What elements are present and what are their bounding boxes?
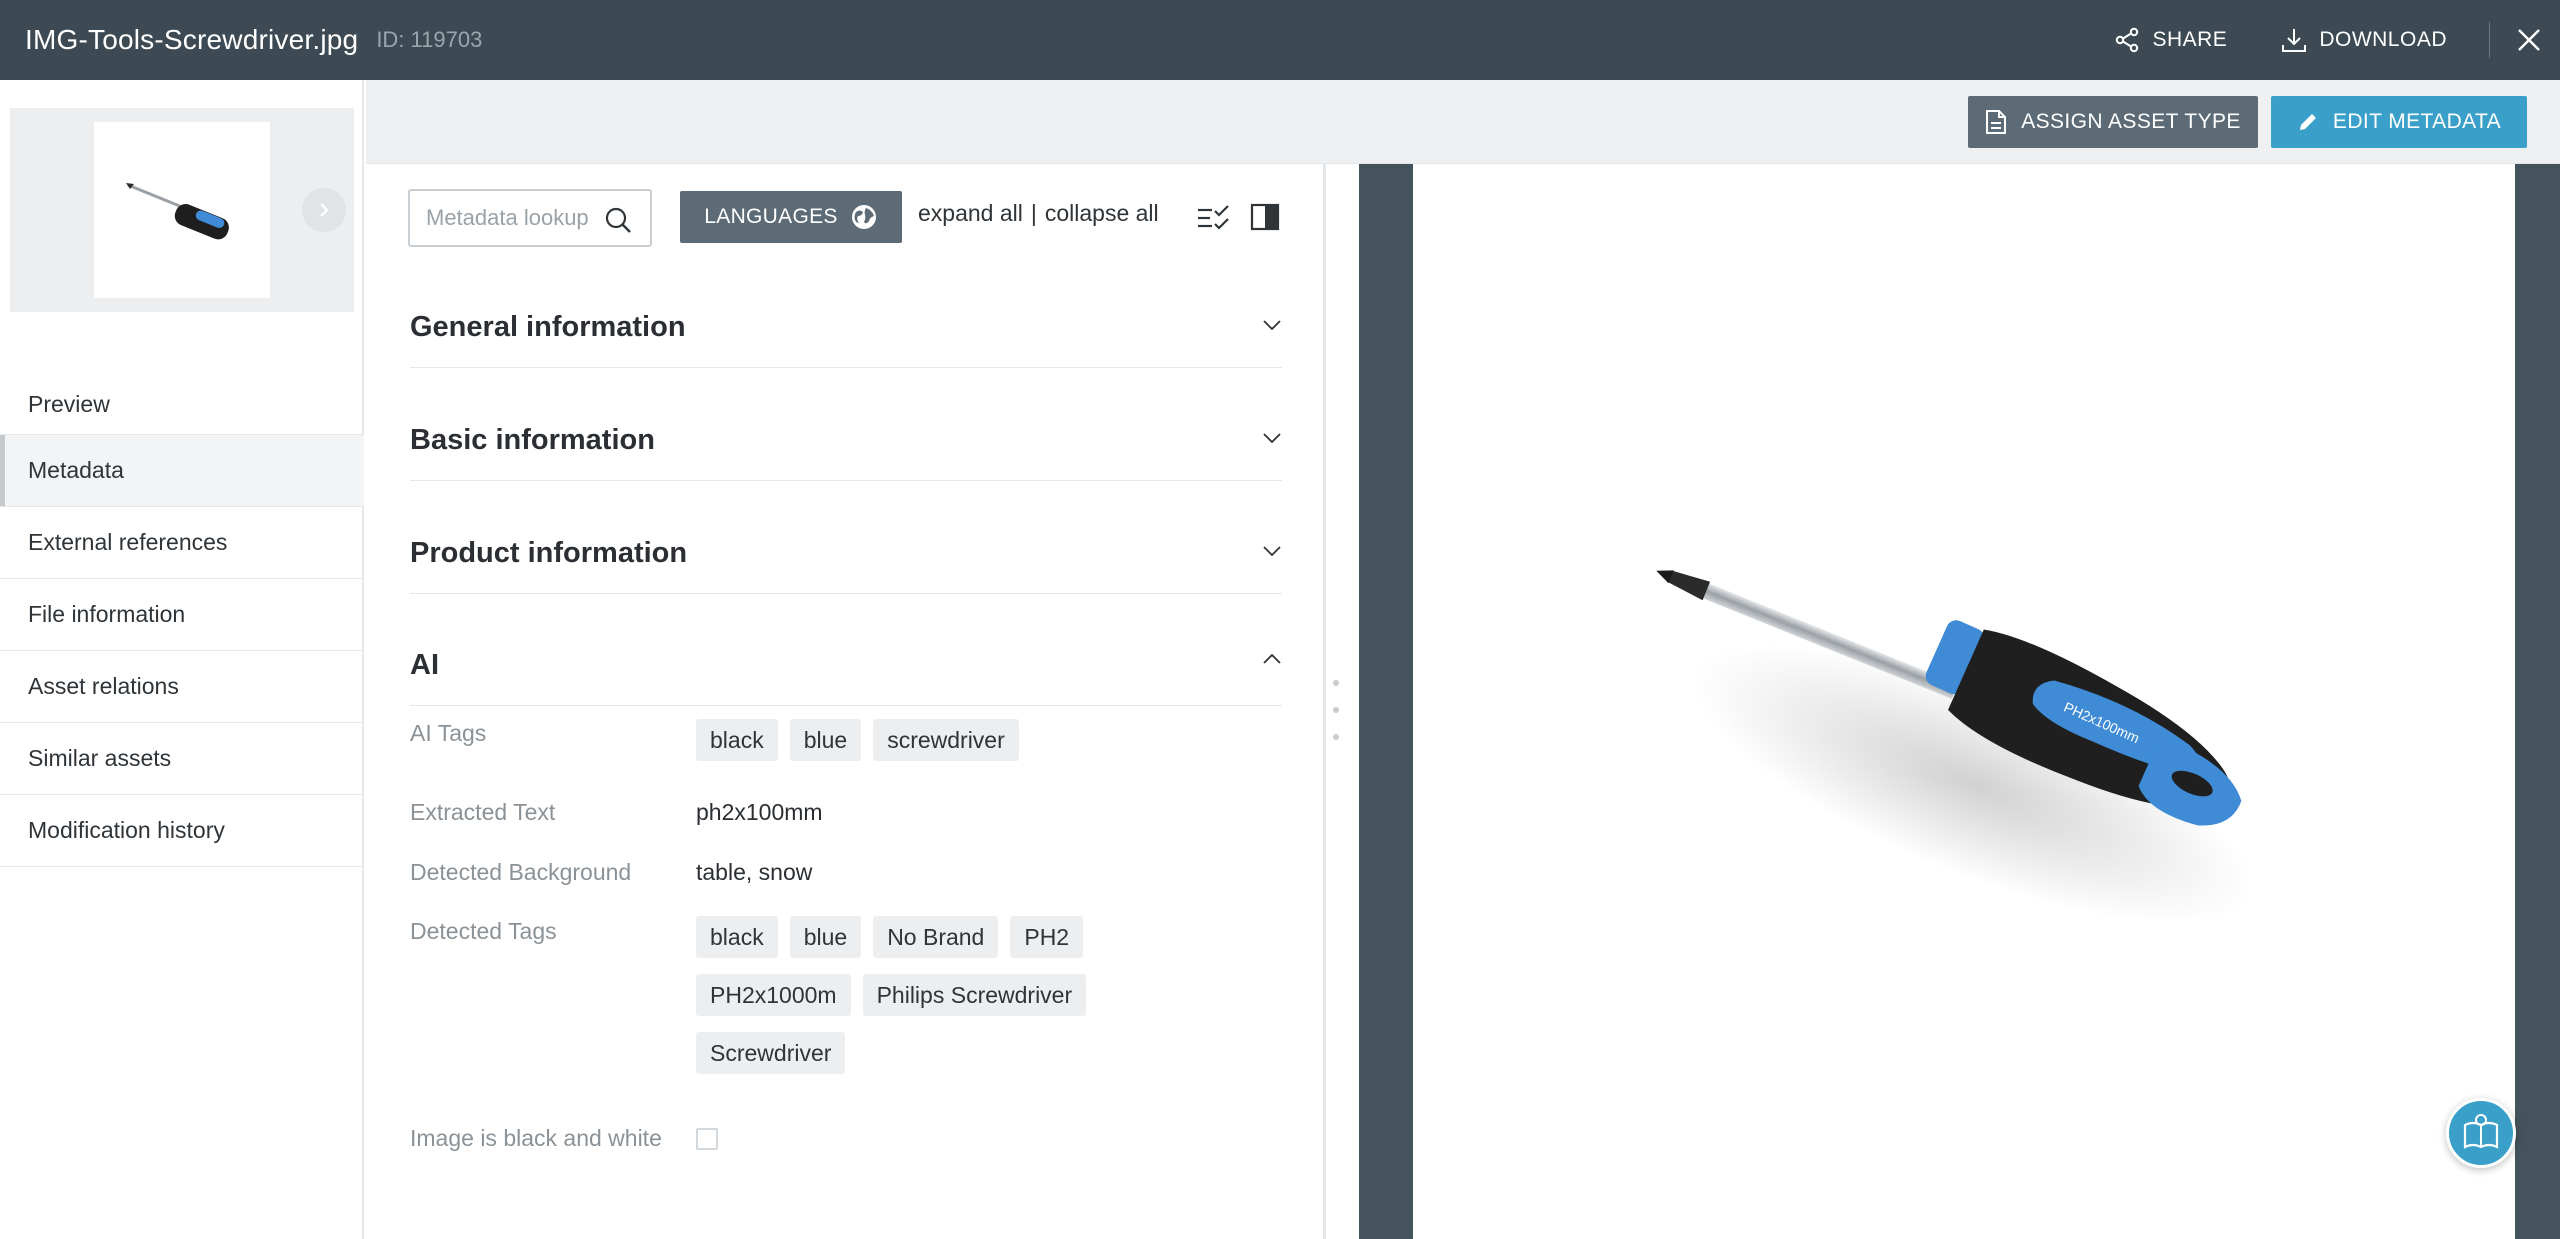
search-icon[interactable]: [604, 206, 632, 234]
detected-tags-list: black blue No Brand PH2 PH2x1000m Philip…: [696, 916, 1216, 1090]
section-ai[interactable]: AI: [410, 626, 1282, 706]
sidebar-item-similar-assets[interactable]: Similar assets: [0, 723, 364, 795]
close-button[interactable]: [2516, 27, 2542, 53]
image-preview-canvas[interactable]: PH2x100mm: [1413, 164, 2515, 1239]
detected-background-value: table, snow: [696, 859, 813, 885]
black-white-checkbox[interactable]: [696, 1128, 718, 1150]
sidebar-item-label: Asset relations: [28, 673, 179, 699]
share-button[interactable]: SHARE: [2114, 27, 2227, 53]
pencil-icon: [2299, 114, 2316, 130]
globe-icon: [851, 205, 876, 229]
section-title: General information: [410, 311, 686, 343]
sidebar-item-external-references[interactable]: External references: [0, 507, 364, 579]
ai-tag: black: [696, 719, 778, 761]
thumbnail-strip: [10, 108, 354, 312]
sidebar-item-label: Modification history: [28, 817, 225, 843]
close-icon: [2518, 29, 2540, 51]
handle-dot: [1333, 734, 1339, 740]
panel-resize-handle[interactable]: [1330, 680, 1342, 740]
chevron-down-icon: [1263, 320, 1281, 331]
detected-tag: PH2x1000m: [696, 974, 851, 1016]
action-toolbar: ASSIGN ASSET TYPE EDIT METADATA: [366, 80, 2560, 164]
sidebar-nav: Preview Metadata External references Fil…: [0, 375, 364, 867]
detected-tag: Philips Screwdriver: [862, 974, 1087, 1016]
help-button[interactable]: [2446, 1098, 2516, 1168]
download-label: DOWNLOAD: [2319, 28, 2447, 51]
chevron-right-icon: [320, 203, 329, 217]
metadata-panel: LANGUAGES expand all | collapse all Gene…: [366, 164, 1326, 1239]
detected-tags-label: Detected Tags: [410, 918, 557, 944]
thumbnail-next-button[interactable]: [302, 188, 346, 232]
image-preview-panel: PH2x100mm: [1359, 164, 2560, 1239]
languages-label: LANGUAGES: [704, 205, 838, 228]
help-book-icon: [2463, 1114, 2499, 1149]
chevron-down-icon: [1263, 546, 1281, 557]
detected-tag: blue: [789, 916, 862, 958]
chevron-up-icon: [1263, 653, 1281, 664]
detected-tag: Screwdriver: [696, 1032, 846, 1074]
header-divider: [2489, 22, 2490, 58]
detected-background-label: Detected Background: [410, 859, 632, 885]
sidebar-item-label: Preview: [28, 391, 110, 417]
metadata-search-input[interactable]: [426, 205, 602, 231]
section-title: AI: [410, 649, 439, 681]
top-bar: IMG-Tools-Screwdriver.jpg ID: 119703 SHA…: [0, 0, 2560, 80]
chevron-down-icon: [1263, 433, 1281, 444]
black-white-label: Image is black and white: [410, 1125, 662, 1151]
sidebar-item-preview[interactable]: Preview: [0, 375, 364, 435]
sidebar-item-label: Metadata: [28, 457, 124, 483]
ai-tags-label: AI Tags: [410, 720, 487, 746]
download-button[interactable]: DOWNLOAD: [2281, 27, 2447, 53]
section-product-information[interactable]: Product information: [410, 514, 1282, 594]
share-label: SHARE: [2152, 28, 2228, 51]
sidebar-item-label: Similar assets: [28, 745, 172, 771]
screwdriver-image: PH2x100mm: [1656, 570, 2254, 924]
sidebar-item-file-information[interactable]: File information: [0, 579, 364, 651]
handle-dot: [1333, 707, 1339, 713]
edit-metadata-button[interactable]: EDIT METADATA: [2271, 96, 2527, 148]
section-basic-information[interactable]: Basic information: [410, 401, 1282, 481]
assign-asset-type-button[interactable]: ASSIGN ASSET TYPE: [1968, 96, 2258, 148]
asset-title: IMG-Tools-Screwdriver.jpg: [25, 24, 359, 55]
sidebar-item-asset-relations[interactable]: Asset relations: [0, 651, 364, 723]
header-actions: SHARE DOWNLOAD: [2114, 0, 2560, 80]
ai-tag: blue: [789, 719, 862, 761]
ai-tag: screwdriver: [873, 719, 1019, 761]
download-icon: [2282, 29, 2307, 52]
languages-button[interactable]: LANGUAGES: [680, 191, 902, 243]
asset-id: ID: 119703: [376, 27, 483, 52]
sidebar: Preview Metadata External references Fil…: [0, 80, 364, 1239]
extracted-text-label: Extracted Text: [410, 799, 556, 825]
metadata-search-box[interactable]: [408, 189, 652, 247]
expand-collapse-separator: |: [1030, 200, 1037, 226]
expand-collapse-controls: expand all | collapse all: [918, 200, 1159, 227]
detected-tag: PH2: [1010, 916, 1084, 958]
ai-tags-list: black blue screwdriver: [696, 719, 1216, 777]
assign-asset-type-label: ASSIGN ASSET TYPE: [2021, 110, 2241, 133]
sidebar-item-modification-history[interactable]: Modification history: [0, 795, 364, 867]
sidebar-item-metadata[interactable]: Metadata: [0, 435, 364, 507]
document-icon: [1986, 110, 2007, 134]
asset-thumbnail[interactable]: [94, 122, 270, 298]
panel-toggle-icon[interactable]: [1250, 202, 1280, 232]
sidebar-item-label: File information: [28, 601, 186, 627]
section-title: Product information: [410, 537, 688, 569]
sidebar-item-label: External references: [28, 529, 228, 555]
checklist-icon[interactable]: [1196, 202, 1232, 232]
share-icon: [2116, 27, 2139, 53]
detected-tag: No Brand: [873, 916, 999, 958]
extracted-text-value: ph2x100mm: [696, 799, 823, 825]
edit-metadata-label: EDIT METADATA: [2332, 110, 2502, 133]
collapse-all-link[interactable]: collapse all: [1045, 200, 1159, 227]
expand-all-link[interactable]: expand all: [918, 200, 1023, 227]
section-general-information[interactable]: General information: [410, 288, 1282, 368]
screwdriver-thumbnail-image: [126, 183, 229, 240]
handle-dot: [1333, 680, 1339, 686]
detected-tag: black: [696, 916, 778, 958]
section-title: Basic information: [410, 424, 655, 456]
